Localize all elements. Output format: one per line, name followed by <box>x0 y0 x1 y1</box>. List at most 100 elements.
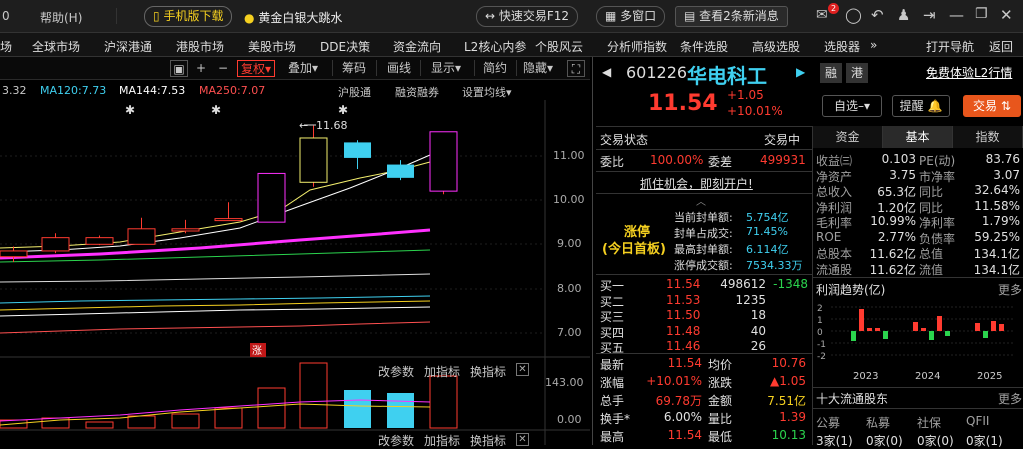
zoom-in-button[interactable]: + <box>193 60 209 77</box>
quick-trade-label: 快速交易F12 <box>498 9 570 23</box>
menu-help[interactable]: 帮助(H) <box>40 9 82 26</box>
collapse-icon[interactable]: ︿ <box>696 193 706 208</box>
tab-index[interactable]: 指数 <box>953 126 1023 148</box>
mobile-download-button[interactable]: ▯ 手机版下载 <box>144 6 233 27</box>
sub2-add-indicator[interactable]: 加指标 <box>424 432 460 449</box>
undo-icon[interactable]: ↶ <box>871 6 884 24</box>
news-button[interactable]: ▤ 查看2条新消息 <box>675 6 788 27</box>
holder-count: 0家(1) <box>966 434 1003 448</box>
draw-button[interactable]: 画线 <box>387 60 411 77</box>
nav-item-0[interactable]: 场 <box>0 38 12 55</box>
weibi-label: 委比 <box>600 155 625 169</box>
open-nav-button[interactable]: 打开导航 <box>926 38 974 55</box>
stat-label: 涨幅 <box>600 376 625 390</box>
nav-item-condition[interactable]: 条件选股 <box>680 38 728 55</box>
sub2-switch-indicator[interactable]: 换指标 <box>470 432 506 449</box>
fullscreen-icon[interactable]: ⛶ <box>567 60 585 77</box>
remind-button[interactable]: 提醒 🔔 <box>892 95 950 117</box>
fund-label: 净利润 <box>816 200 853 215</box>
nav-item-analyst[interactable]: 分析师指数 <box>607 38 667 55</box>
bell-icon: 🔔 <box>927 99 943 113</box>
profit-more-link[interactable]: 更多 <box>998 281 1022 298</box>
kline-chart[interactable]: ✱ ✱ ✱ ← 11.68 涨 11.00 10.00 9.00 8.00 7.… <box>0 100 590 448</box>
fund-value: 11.62亿 <box>869 247 916 261</box>
promo-link[interactable]: ● 黄金白银大跳水 <box>244 9 342 26</box>
minimize-icon[interactable]: — <box>949 6 964 24</box>
tab-basic[interactable]: 基本 <box>883 126 953 148</box>
mail-icon[interactable]: ✉ <box>816 7 828 23</box>
profit-bar <box>867 328 872 331</box>
simple-button[interactable]: 简约 <box>483 60 507 77</box>
exit-icon[interactable]: ⇥ <box>923 6 936 24</box>
free-l2-link[interactable]: 免费体验L2行情 <box>926 64 1012 81</box>
close-icon[interactable]: ✕ <box>516 433 529 446</box>
holders-more-link[interactable]: 更多 <box>998 390 1022 407</box>
close-icon[interactable]: ✕ <box>516 363 529 376</box>
zoom-out-button[interactable]: − <box>215 60 231 77</box>
chips-button[interactable]: 筹码 <box>342 60 366 77</box>
back-button[interactable]: 返回 <box>989 38 1013 55</box>
fund-label: 负债率 <box>919 231 956 246</box>
fund-value: 3.75 <box>889 167 916 182</box>
nav-item-dde[interactable]: DDE决策 <box>320 38 370 55</box>
bid-price: 11.48 <box>666 323 701 338</box>
next-stock-icon[interactable]: ▶ <box>796 65 805 79</box>
restore-icon[interactable]: ❐ <box>975 6 988 22</box>
show-dropdown[interactable]: 显示▾ <box>431 60 461 77</box>
skin-icon[interactable]: ◯ <box>845 6 862 24</box>
sub-switch-indicator[interactable]: 换指标 <box>470 363 506 380</box>
multi-window-button[interactable]: ▦ 多窗口 <box>596 6 666 27</box>
lock-icon[interactable]: ▣ <box>170 60 188 77</box>
shirt-icon[interactable]: ♟ <box>897 6 910 24</box>
limit-row-label: 最高封单额: <box>674 243 733 256</box>
limit-row-value: 71.45% <box>746 225 788 238</box>
nav-item-us[interactable]: 美股市场 <box>248 38 296 55</box>
open-account-link[interactable]: 抓住机会，即刻开户! <box>640 175 753 192</box>
nav-item-advanced[interactable]: 高级选股 <box>752 38 800 55</box>
fuquan-dropdown[interactable]: 复权▾ <box>237 60 276 77</box>
sub-change-params[interactable]: 改参数 <box>378 363 414 380</box>
more-icon[interactable]: » <box>870 38 877 52</box>
holder-type: 社保 <box>917 416 942 430</box>
ma-settings-dropdown[interactable]: 设置均线▾ <box>462 84 512 100</box>
divider <box>813 277 1023 278</box>
hgt-button[interactable]: 沪股通 <box>338 84 371 100</box>
ma144-label: MA144:7.53 <box>119 84 186 97</box>
divider <box>596 274 812 275</box>
nav-item-global[interactable]: 全球市场 <box>32 38 80 55</box>
fund-label: 总值 <box>919 247 944 261</box>
gold-icon: ● <box>244 11 255 25</box>
news-label: 查看2条新消息 <box>699 9 779 23</box>
volume-bar <box>127 415 156 429</box>
fund-label: 净资产 <box>816 169 853 184</box>
limit-up-sub: (今日首板) <box>602 242 666 257</box>
nav-item-fund-flow[interactable]: 资金流向 <box>393 38 441 55</box>
hide-dropdown[interactable]: 隐藏▾ <box>523 60 553 77</box>
close-icon[interactable]: ✕ <box>1000 6 1013 24</box>
profit-y-tick: 0 <box>817 328 823 338</box>
sub2-change-params[interactable]: 改参数 <box>378 432 414 449</box>
nav-item-screener[interactable]: 选股器 <box>824 38 860 55</box>
trade-label: 交易 <box>973 99 998 113</box>
trade-button[interactable]: 交易 ⇅ <box>963 95 1021 117</box>
watchlist-dropdown[interactable]: 自选–▾ <box>822 95 882 117</box>
grid-icon: ▦ <box>605 9 617 23</box>
rzrq-button[interactable]: 融资融券 <box>395 84 439 100</box>
stat-value: +10.01% <box>646 374 702 388</box>
stat-label: 金额 <box>708 394 733 408</box>
divider <box>813 408 1023 409</box>
nav-item-l2[interactable]: L2核心内参 <box>464 38 526 55</box>
menu-item-partial[interactable]: 0 <box>2 9 10 23</box>
sub-add-indicator[interactable]: 加指标 <box>424 363 460 380</box>
nav-item-stock-news[interactable]: 个股风云 <box>535 38 583 55</box>
quick-trade-button[interactable]: ↔ 快速交易F12 <box>476 6 579 27</box>
prev-stock-icon[interactable]: ◀ <box>602 65 611 79</box>
fund-label: 收益㈢ <box>816 154 853 168</box>
tab-fund[interactable]: 资金 <box>813 126 883 148</box>
overlay-label: 叠加 <box>288 61 313 75</box>
promo-text: 黄金白银大跳水 <box>258 11 343 25</box>
nav-item-hk[interactable]: 港股市场 <box>176 38 224 55</box>
price-change: +1.05 <box>727 88 764 102</box>
nav-item-hsgt[interactable]: 沪深港通 <box>104 38 152 55</box>
overlay-dropdown[interactable]: 叠加▾ <box>288 60 318 77</box>
